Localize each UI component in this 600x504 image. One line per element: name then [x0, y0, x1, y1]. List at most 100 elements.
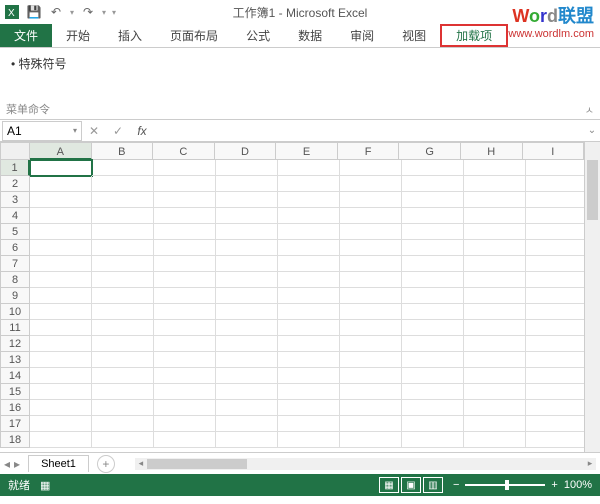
cell[interactable] [340, 160, 402, 176]
cell[interactable] [278, 224, 340, 240]
row-header[interactable]: 5 [0, 224, 30, 240]
undo-dropdown-icon[interactable]: ▾ [70, 8, 74, 17]
cell[interactable] [278, 384, 340, 400]
column-header[interactable]: I [523, 142, 585, 160]
cell[interactable] [30, 160, 92, 176]
cell[interactable] [340, 288, 402, 304]
cell[interactable] [30, 288, 92, 304]
row-header[interactable]: 8 [0, 272, 30, 288]
cell[interactable] [216, 384, 278, 400]
cell[interactable] [216, 240, 278, 256]
cell[interactable] [92, 304, 154, 320]
cell[interactable] [30, 272, 92, 288]
cell[interactable] [464, 208, 526, 224]
cell[interactable] [340, 416, 402, 432]
cell[interactable] [526, 400, 584, 416]
zoom-in-icon[interactable]: + [551, 479, 557, 491]
column-header[interactable]: B [92, 142, 154, 160]
cell[interactable] [526, 336, 584, 352]
cell[interactable] [216, 208, 278, 224]
cell[interactable] [30, 368, 92, 384]
cell[interactable] [464, 272, 526, 288]
cell[interactable] [92, 288, 154, 304]
cell[interactable] [92, 240, 154, 256]
cell[interactable] [30, 416, 92, 432]
cell[interactable] [278, 160, 340, 176]
cell[interactable] [402, 336, 464, 352]
cell[interactable] [402, 272, 464, 288]
cell[interactable] [216, 432, 278, 448]
cell[interactable] [154, 400, 216, 416]
cell[interactable] [278, 432, 340, 448]
cell[interactable] [464, 288, 526, 304]
row-header[interactable]: 2 [0, 176, 30, 192]
cell[interactable] [278, 192, 340, 208]
cell[interactable] [526, 256, 584, 272]
row-header[interactable]: 18 [0, 432, 30, 448]
special-symbol-button[interactable]: • 特殊符号 [4, 52, 74, 75]
save-icon[interactable]: 💾 [26, 4, 42, 20]
name-box-dropdown-icon[interactable]: ▾ [73, 126, 77, 135]
cell[interactable] [402, 320, 464, 336]
cell[interactable] [278, 336, 340, 352]
tab-formulas[interactable]: 公式 [232, 24, 284, 47]
tab-addins[interactable]: 加载项 [440, 24, 508, 47]
tab-view[interactable]: 视图 [388, 24, 440, 47]
cell[interactable] [92, 336, 154, 352]
cell[interactable] [464, 176, 526, 192]
row-header[interactable]: 11 [0, 320, 30, 336]
cell[interactable] [154, 240, 216, 256]
cell[interactable] [402, 368, 464, 384]
cell[interactable] [216, 320, 278, 336]
cell[interactable] [216, 272, 278, 288]
cell[interactable] [154, 224, 216, 240]
cell[interactable] [402, 208, 464, 224]
cell[interactable] [30, 384, 92, 400]
cell[interactable] [340, 352, 402, 368]
cell[interactable] [340, 208, 402, 224]
cell[interactable] [30, 176, 92, 192]
view-page-break-icon[interactable]: ▥ [423, 477, 443, 493]
cell[interactable] [30, 208, 92, 224]
cell[interactable] [526, 304, 584, 320]
fx-icon[interactable]: fx [130, 124, 154, 138]
cell[interactable] [154, 432, 216, 448]
cell[interactable] [278, 304, 340, 320]
cell[interactable] [30, 304, 92, 320]
cell[interactable] [154, 192, 216, 208]
row-header[interactable]: 17 [0, 416, 30, 432]
zoom-thumb[interactable] [505, 480, 509, 490]
column-header[interactable]: A [30, 142, 92, 160]
cell[interactable] [526, 288, 584, 304]
enter-icon[interactable]: ✓ [106, 124, 130, 138]
qat-customize-icon[interactable]: ▾ [112, 8, 116, 17]
cell[interactable] [340, 176, 402, 192]
cell[interactable] [464, 256, 526, 272]
cell[interactable] [340, 256, 402, 272]
collapse-ribbon-icon[interactable]: ㅅ [585, 102, 594, 117]
cell[interactable] [92, 320, 154, 336]
row-header[interactable]: 9 [0, 288, 30, 304]
cell[interactable] [340, 432, 402, 448]
cell[interactable] [154, 368, 216, 384]
view-page-layout-icon[interactable]: ▣ [401, 477, 421, 493]
cell[interactable] [340, 400, 402, 416]
zoom-slider[interactable] [465, 484, 545, 486]
cell[interactable] [464, 224, 526, 240]
cell[interactable] [154, 288, 216, 304]
row-header[interactable]: 14 [0, 368, 30, 384]
horizontal-scrollbar[interactable]: ◂ ▸ [135, 458, 596, 470]
cell[interactable] [278, 240, 340, 256]
cell[interactable] [154, 416, 216, 432]
cell[interactable] [278, 368, 340, 384]
cell[interactable] [464, 416, 526, 432]
cell[interactable] [464, 352, 526, 368]
row-header[interactable]: 13 [0, 352, 30, 368]
redo-icon[interactable]: ↷ [80, 4, 96, 20]
cell[interactable] [402, 224, 464, 240]
cell[interactable] [92, 192, 154, 208]
cell[interactable] [340, 272, 402, 288]
cell[interactable] [154, 352, 216, 368]
hscroll-left-icon[interactable]: ◂ [135, 458, 147, 469]
cell[interactable] [30, 240, 92, 256]
